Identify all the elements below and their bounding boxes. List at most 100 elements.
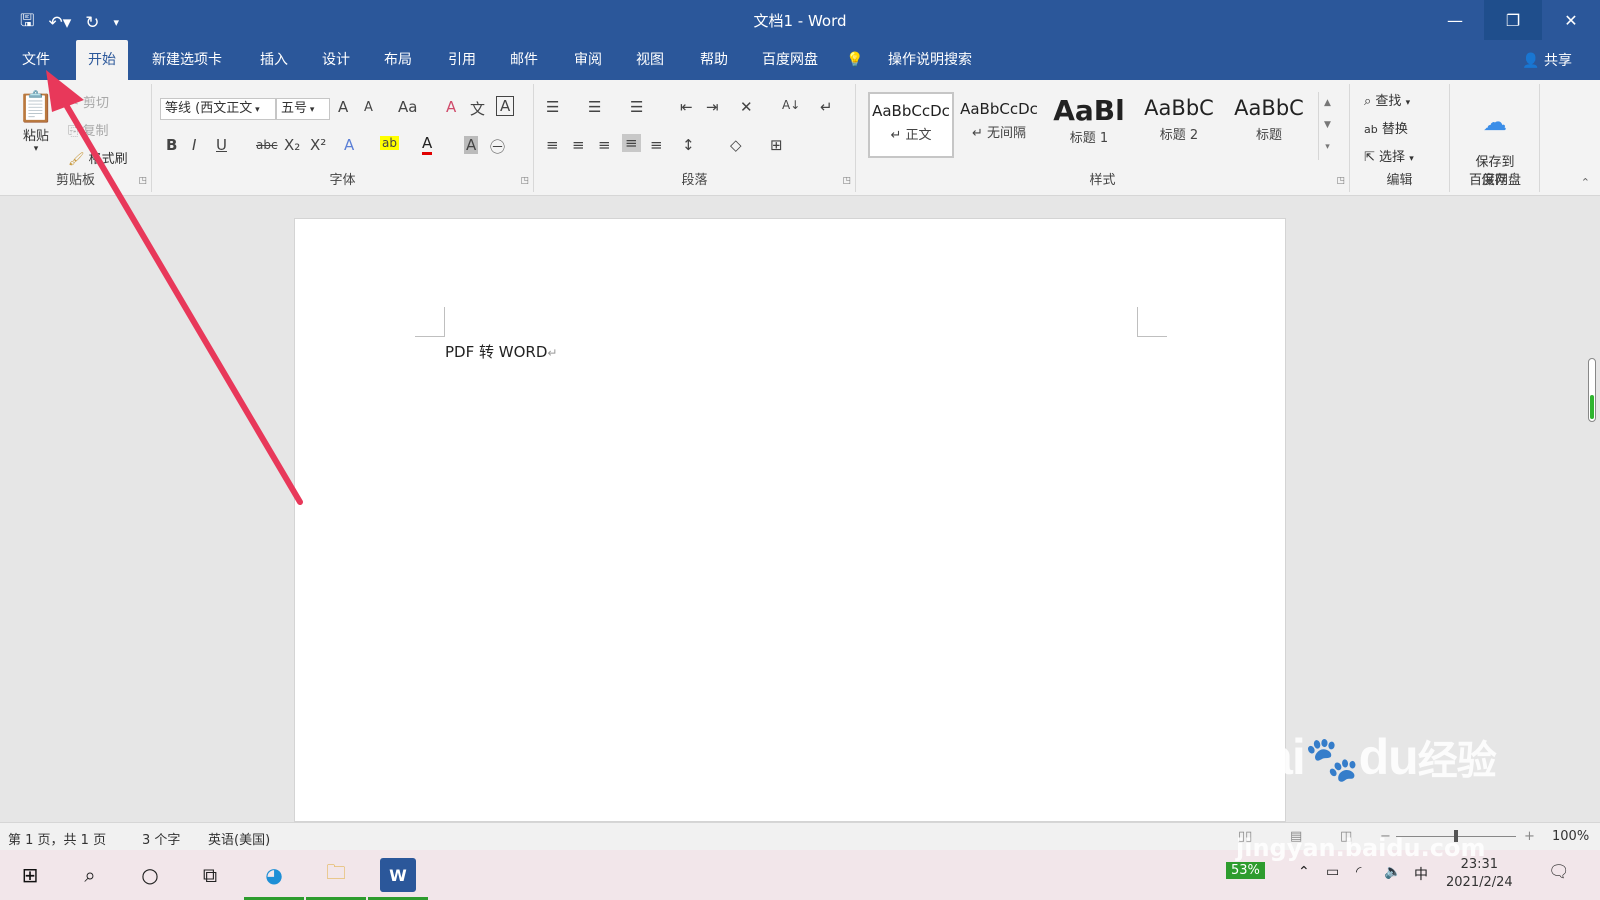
character-shading-icon[interactable]: A: [464, 136, 479, 154]
tab-design[interactable]: 设计: [310, 40, 362, 80]
chinese-layout-icon[interactable]: ✕: [740, 98, 753, 116]
align-left-icon[interactable]: ≡: [546, 136, 559, 154]
scrollbar-thumb[interactable]: [1590, 395, 1594, 419]
language-indicator[interactable]: 英语(美国): [208, 829, 270, 848]
person-icon: 👤: [1522, 53, 1540, 69]
minimize-button[interactable]: —: [1426, 0, 1484, 40]
collapse-ribbon-icon[interactable]: ⌃: [1581, 176, 1590, 189]
style-title[interactable]: AaBbC 标题: [1226, 92, 1312, 158]
italic-button[interactable]: I: [192, 136, 196, 154]
zoom-in-button[interactable]: +: [1524, 829, 1535, 844]
change-case-icon[interactable]: Aa: [398, 98, 417, 116]
subscript-button[interactable]: X₂: [284, 136, 300, 154]
tab-insert[interactable]: 插入: [248, 40, 300, 80]
multilevel-list-icon[interactable]: ☰: [630, 98, 643, 116]
wifi-icon[interactable]: ◜: [1356, 864, 1361, 880]
paw-icon: 🐾: [1304, 735, 1360, 784]
align-center-icon[interactable]: ≡: [572, 136, 585, 154]
select-button[interactable]: ⇱ 选择 ▾: [1364, 146, 1414, 165]
word-app-icon[interactable]: W: [368, 858, 428, 900]
style-heading-1[interactable]: AaBl 标题 1: [1046, 92, 1132, 158]
windows-start-icon[interactable]: ⊞: [12, 858, 48, 892]
style-normal[interactable]: AaBbCcDc ↵ 正文: [868, 92, 954, 158]
close-button[interactable]: ✕: [1542, 0, 1600, 40]
clear-format-icon[interactable]: A: [446, 98, 456, 116]
tab-view[interactable]: 视图: [624, 40, 676, 80]
tab-layout[interactable]: 布局: [372, 40, 424, 80]
dialog-launcher-icon[interactable]: ◳: [138, 176, 147, 186]
font-name-select[interactable]: 等线 (西文正文 ▾: [160, 98, 276, 120]
font-size-select[interactable]: 五号 ▾: [276, 98, 330, 120]
file-explorer-icon[interactable]: 🗀: [306, 858, 366, 900]
grow-font-icon[interactable]: A: [338, 98, 348, 116]
justify-icon[interactable]: ≡: [622, 134, 641, 152]
dialog-launcher-icon[interactable]: ◳: [842, 176, 851, 186]
ime-indicator[interactable]: 中: [1414, 864, 1428, 884]
increase-indent-icon[interactable]: ⇥: [706, 98, 719, 116]
vertical-scrollbar[interactable]: [1588, 358, 1596, 422]
style-no-spacing[interactable]: AaBbCcDc ↵ 无间隔: [956, 92, 1042, 158]
paste-button[interactable]: 📋 粘贴 ▾: [16, 90, 56, 154]
tab-help[interactable]: 帮助: [688, 40, 740, 80]
task-view-icon[interactable]: ⧉: [192, 858, 228, 892]
replace-button[interactable]: ab 替换: [1364, 118, 1408, 137]
tell-me-search[interactable]: 操作说明搜索: [876, 40, 984, 80]
page-count[interactable]: 第 1 页，共 1 页: [8, 829, 106, 848]
search-icon[interactable]: ⌕: [72, 858, 108, 892]
document-page[interactable]: PDF 转 WORD↵: [294, 218, 1286, 822]
edge-browser-icon[interactable]: ◕: [244, 858, 304, 900]
cortana-icon[interactable]: ○: [132, 858, 168, 892]
dialog-launcher-icon[interactable]: ◳: [1336, 176, 1345, 186]
strikethrough-button[interactable]: abc: [256, 138, 278, 152]
text-effects-icon[interactable]: A: [344, 136, 354, 154]
font-color-icon[interactable]: A: [422, 134, 433, 155]
tab-references[interactable]: 引用: [436, 40, 488, 80]
align-right-icon[interactable]: ≡: [598, 136, 611, 154]
shading-icon[interactable]: ◇: [730, 136, 742, 154]
numbering-icon[interactable]: ☰: [588, 98, 601, 116]
highlight-icon[interactable]: ab: [380, 136, 399, 150]
find-button[interactable]: ⌕ 查找 ▾: [1364, 90, 1410, 109]
restore-button[interactable]: ❐: [1484, 0, 1542, 40]
dialog-launcher-icon[interactable]: ◳: [520, 176, 529, 186]
group-save: ☁ 保存到 百度网盘 保存: [1450, 84, 1540, 192]
document-body-text[interactable]: PDF 转 WORD↵: [445, 341, 557, 362]
style-heading-2[interactable]: AaBbC 标题 2: [1136, 92, 1222, 158]
cut-button[interactable]: ✂ 剪切: [68, 92, 109, 111]
tab-home[interactable]: 开始: [76, 40, 128, 80]
show-marks-icon[interactable]: ↵: [820, 98, 833, 116]
character-border-icon[interactable]: A: [496, 96, 515, 116]
shrink-font-icon[interactable]: A: [364, 100, 373, 115]
tab-review[interactable]: 审阅: [562, 40, 614, 80]
line-spacing-icon[interactable]: ↕: [682, 136, 695, 154]
zoom-level[interactable]: 100%: [1552, 829, 1589, 844]
tab-new-tab[interactable]: 新建选项卡: [140, 40, 234, 80]
group-editing: ⌕ 查找 ▾ ab 替换 ⇱ 选择 ▾ 编辑: [1350, 84, 1450, 192]
margin-corner-top-right: [1137, 307, 1167, 337]
chevron-up-icon[interactable]: ⌃: [1298, 864, 1310, 880]
underline-button[interactable]: U: [216, 136, 227, 154]
word-count[interactable]: 3 个字: [142, 829, 180, 848]
battery-icon[interactable]: ▭: [1326, 864, 1339, 880]
share-button[interactable]: 👤 共享: [1522, 50, 1572, 70]
sort-icon[interactable]: A↓: [782, 98, 800, 112]
bullets-icon[interactable]: ☰: [546, 98, 559, 116]
baidu-watermark-url: jingyan.baidu.com: [1236, 834, 1486, 862]
format-painter-button[interactable]: 🖌 格式刷: [68, 148, 128, 167]
enclose-characters-icon[interactable]: ㊀: [490, 136, 505, 157]
phonetic-guide-icon[interactable]: 文: [470, 98, 485, 119]
volume-icon[interactable]: 🔈: [1384, 864, 1401, 880]
copy-button[interactable]: ⎘ 复制: [68, 120, 109, 139]
superscript-button[interactable]: X²: [310, 136, 326, 154]
styles-gallery-scroll[interactable]: ▲ ▼ ▾: [1318, 92, 1336, 160]
battery-percent[interactable]: 53%: [1226, 862, 1265, 879]
bold-button[interactable]: B: [166, 136, 177, 154]
tab-file[interactable]: 文件: [10, 40, 62, 80]
group-label: 编辑: [1386, 173, 1413, 188]
decrease-indent-icon[interactable]: ⇤: [680, 98, 693, 116]
tab-baidu-netdisk[interactable]: 百度网盘: [750, 40, 830, 80]
borders-icon[interactable]: ⊞: [770, 136, 783, 154]
distributed-icon[interactable]: ≡: [650, 136, 663, 154]
notification-icon[interactable]: 🗨: [1548, 862, 1570, 882]
tab-mailings[interactable]: 邮件: [498, 40, 550, 80]
